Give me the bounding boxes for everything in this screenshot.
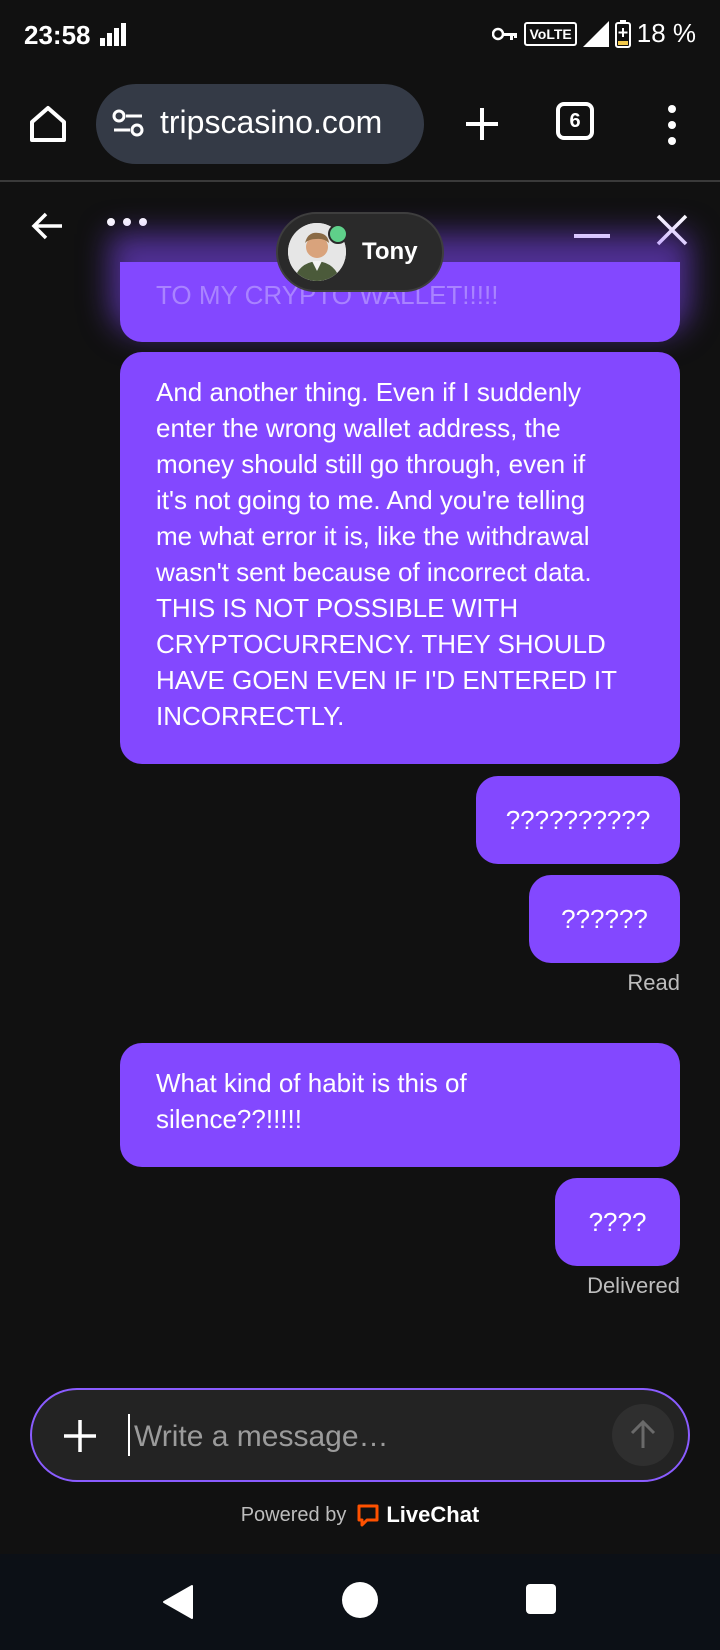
online-status-dot: [328, 224, 348, 244]
close-icon[interactable]: [652, 210, 692, 250]
agent-name: Tony: [362, 238, 418, 265]
battery-percent: 18 %: [636, 18, 696, 48]
delivered-receipt: Delivered: [587, 1273, 680, 1298]
message-bubble: What kind of habit is this of silence??!…: [120, 1043, 680, 1167]
text-caret: [128, 1414, 130, 1456]
status-icons: VoLTE 18 %: [492, 18, 696, 49]
send-button[interactable]: [612, 1404, 674, 1466]
powered-by-label: Powered by: [240, 1503, 347, 1526]
battery-icon: [614, 19, 631, 48]
nav-back-icon[interactable]: [162, 1584, 194, 1625]
vpn-key-icon: [492, 27, 518, 41]
agent-badge[interactable]: Tony: [276, 212, 444, 292]
message-bubble: ????: [555, 1178, 680, 1266]
home-icon[interactable]: [24, 100, 72, 148]
message-text: And another thing. Even if I suddenly en…: [156, 377, 617, 731]
nav-home-icon[interactable]: [342, 1582, 378, 1618]
status-bar: 23:58 VoLTE 18 %: [0, 0, 720, 72]
attach-plus-icon[interactable]: [60, 1416, 100, 1456]
message-bubble: And another thing. Even if I suddenly en…: [120, 352, 680, 764]
address-bar[interactable]: tripscasino.com: [96, 84, 424, 164]
minimize-icon[interactable]: [572, 214, 612, 244]
read-receipt: Read: [627, 970, 680, 995]
message-input[interactable]: [132, 1406, 616, 1468]
message-bubble: ??????????: [476, 776, 680, 864]
site-settings-icon[interactable]: [112, 108, 144, 143]
browser-toolbar: tripscasino.com 6: [0, 72, 720, 182]
volte-icon: VoLTE: [524, 21, 577, 46]
more-options-icon[interactable]: [104, 212, 154, 232]
send-arrow-icon: [630, 1419, 656, 1448]
powered-by-footer: Powered by LiveChat: [0, 1502, 720, 1528]
message-text: ????: [588, 1207, 647, 1237]
message-bubble: ??????: [529, 875, 680, 963]
cell-signal-icon: [582, 20, 609, 47]
back-arrow-icon[interactable]: [28, 206, 68, 246]
tab-switcher-button[interactable]: 6: [556, 102, 594, 140]
status-time: 23:58: [24, 20, 91, 50]
system-navigation-bar: [0, 1554, 720, 1650]
new-tab-icon[interactable]: [456, 98, 508, 150]
message-text: ??????????: [505, 805, 651, 835]
message-text: What kind of habit is this of silence??!…: [156, 1068, 467, 1134]
livechat-bubble-icon: [357, 1504, 379, 1527]
livechat-logo[interactable]: LiveChat: [356, 1502, 479, 1528]
kebab-menu-icon[interactable]: [660, 100, 684, 150]
message-composer: [30, 1388, 690, 1482]
url-text: tripscasino.com: [160, 104, 383, 140]
nav-recents-icon[interactable]: [526, 1584, 556, 1614]
signal-strength-icon: [100, 22, 128, 53]
livechat-brand: LiveChat: [386, 1502, 480, 1527]
message-text: ??????: [561, 904, 648, 934]
